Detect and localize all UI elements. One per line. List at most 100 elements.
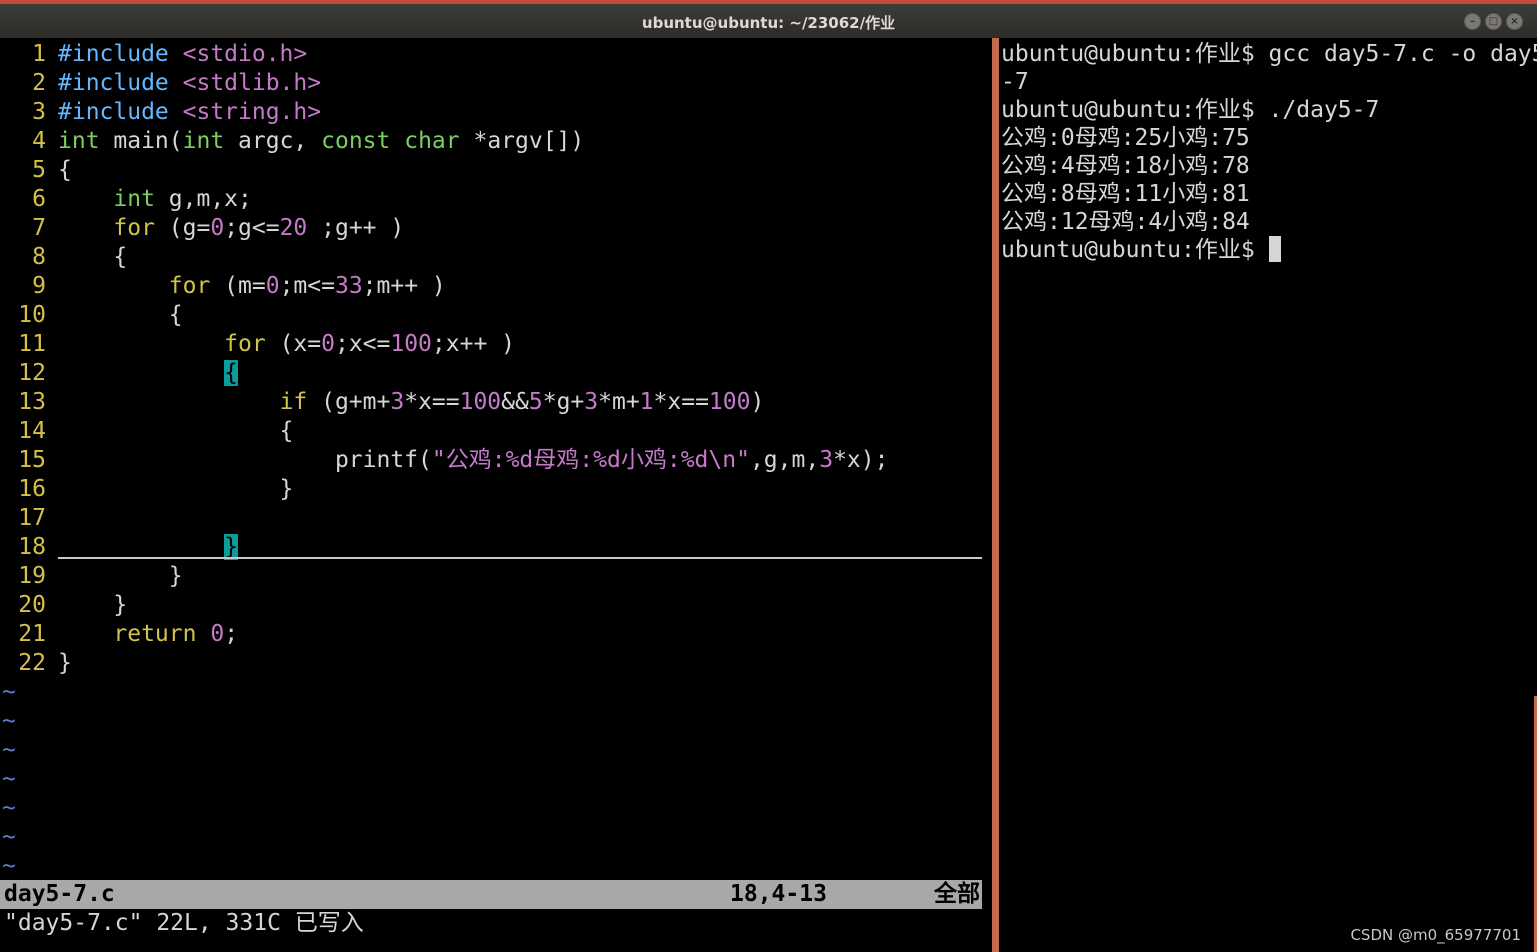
pane-divider[interactable] [992, 38, 999, 952]
code-token: } [58, 563, 183, 589]
code-token: argc, [224, 128, 322, 154]
shell-line: 公鸡:0母鸡:25小鸡:75 [1001, 125, 1250, 151]
code-line[interactable]: 5{ [0, 156, 888, 185]
code-line[interactable]: 12 { [0, 359, 888, 388]
code-token: 0 [265, 273, 280, 299]
code-line[interactable]: 9 for (m=0;m<=33;m++ ) [0, 272, 888, 301]
code-token: ;x++ ) [431, 331, 515, 357]
matched-brace: { [224, 360, 239, 386]
code-line[interactable]: 21 return 0; [0, 620, 888, 649]
code-token: for [113, 215, 155, 241]
shell-prompt-line[interactable]: ubuntu@ubuntu:作业$ [1001, 236, 1531, 264]
code-token: for [224, 331, 266, 357]
shell-prompt: ubuntu@ubuntu:作业$ [1001, 237, 1269, 263]
window-title: ubuntu@ubuntu: ~/23062/作业 [641, 14, 896, 32]
code-token: *g+ [542, 389, 585, 415]
code-token: ;m++ ) [362, 273, 446, 299]
line-number: 16 [18, 476, 46, 502]
code-token: 母鸡: [533, 447, 594, 473]
minimize-button[interactable]: – [1464, 13, 1481, 30]
code-token: ;x<= [334, 331, 391, 357]
line-number: 7 [32, 215, 46, 241]
code-token: *x== [404, 389, 460, 415]
code-line[interactable]: 8 { [0, 243, 888, 272]
code-line[interactable]: 11 for (x=0;x<=100;x++ ) [0, 330, 888, 359]
vim-editor-pane[interactable]: 1 #include <stdio.h> 2 #include <stdlib.h> 3… [0, 38, 992, 952]
vim-status-line: day5-7.c 18,4-13 全部 [0, 880, 982, 909]
empty-line-tilde: ~ [2, 824, 16, 850]
code-line[interactable]: 2 #include <stdlib.h> [0, 69, 888, 98]
window-controls: – □ × [1464, 13, 1523, 30]
line-number: 5 [32, 157, 46, 183]
code-token: ;g++ ) [307, 215, 405, 241]
code-line[interactable]: 10 { [0, 301, 888, 330]
code-line[interactable]: 15 printf("公鸡:%d母鸡:%d小鸡:%d\n",g,m,3*x); [0, 446, 888, 475]
code-line[interactable]: 22} [0, 649, 888, 678]
shell-output: ubuntu@ubuntu:作业$ gcc day5-7.c -o day5 -7… [1001, 40, 1537, 264]
line-number: 12 [18, 360, 46, 386]
code-token: *argv[]) [459, 128, 585, 154]
shell-line: -7 [1001, 69, 1029, 95]
code-buffer[interactable]: 1 #include <stdio.h> 2 #include <stdlib.h> 3… [0, 40, 888, 881]
empty-line-tilde: ~ [2, 708, 16, 734]
code-token: *x); [833, 447, 889, 473]
code-line[interactable]: 14 { [0, 417, 888, 446]
code-token: for [168, 273, 211, 299]
code-token: g,m,x; [154, 186, 252, 212]
shell-line: 公鸡:12母鸡:4小鸡:84 [1001, 209, 1250, 235]
code-line[interactable]: 20 } [0, 591, 888, 620]
close-button[interactable]: × [1506, 13, 1523, 30]
line-number: 11 [18, 331, 46, 357]
code-token: 33 [334, 273, 363, 299]
empty-line-tilde: ~ [2, 795, 16, 821]
code-token: %d [593, 447, 621, 473]
code-token: 20 [279, 215, 308, 241]
watermark: CSDN @m0_65977701 [1350, 926, 1521, 944]
line-number: 19 [18, 563, 46, 589]
code-token: (g+m+ [307, 389, 391, 415]
code-token: (x= [265, 331, 322, 357]
code-line[interactable]: 1 #include <stdio.h> [0, 40, 888, 69]
code-token: } [58, 476, 294, 502]
code-line[interactable]: 4 int main(int argc, const char *argv[]) [0, 127, 888, 156]
code-token: %d [680, 447, 709, 473]
text-cursor [1268, 236, 1281, 262]
shell-pane[interactable]: ubuntu@ubuntu:作业$ gcc day5-7.c -o day5 -7… [999, 38, 1537, 952]
line-number: 4 [32, 128, 46, 154]
code-token: 5 [528, 389, 543, 415]
maximize-button[interactable]: □ [1485, 13, 1502, 30]
code-token: 0 [210, 621, 225, 647]
line-number: 22 [18, 650, 46, 676]
cursor-line-underline [58, 557, 982, 559]
code-token: { [58, 244, 128, 270]
code-token: int [58, 128, 100, 154]
code-token: if [279, 389, 308, 415]
code-line[interactable]: 16 } [0, 475, 888, 504]
code-token: 3 [584, 389, 599, 415]
status-cursor-position: 18,4-13 [730, 881, 827, 907]
shell-line: 公鸡:4母鸡:18小鸡:78 [1001, 153, 1250, 179]
status-scroll-indicator: 全部 [934, 881, 980, 907]
shell-line: ubuntu@ubuntu:作业$ ./day5-7 [1001, 97, 1380, 123]
code-line[interactable]: 13 if (g+m+3*x==100&&5*g+3*m+1*x==100) [0, 388, 888, 417]
code-line[interactable]: 7 for (g=0;g<=20 ;g++ ) [0, 214, 888, 243]
code-line[interactable]: 6 int g,m,x; [0, 185, 888, 214]
code-token: && [501, 389, 529, 415]
code-token: #include [58, 99, 183, 125]
code-line[interactable]: 3 #include <string.h> [0, 98, 888, 127]
code-line[interactable]: 19 } [0, 562, 888, 591]
title-bar[interactable]: ubuntu@ubuntu: ~/23062/作业 – □ × [0, 0, 1537, 38]
code-token: %d [505, 447, 534, 473]
code-token: 3 [819, 447, 834, 473]
code-token: 100 [390, 331, 432, 357]
code-token: <stdlib.h> [182, 70, 322, 96]
code-line[interactable]: 17 [0, 504, 888, 533]
code-token: (g= [154, 215, 211, 241]
line-number: 17 [18, 505, 46, 531]
